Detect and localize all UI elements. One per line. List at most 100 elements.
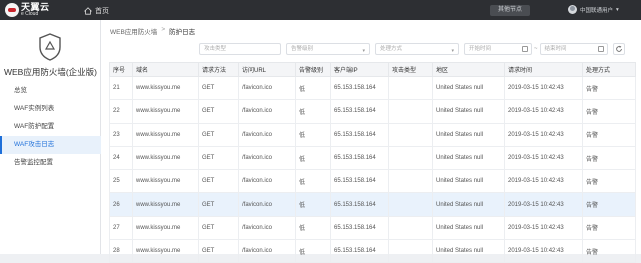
cell-action: 告警	[582, 99, 636, 124]
cell-time: 2019-03-15 10:42:43	[504, 169, 583, 194]
table-header-col-method: 请求方法	[198, 62, 239, 77]
cell-region: United States null	[432, 75, 505, 101]
cell-type	[388, 169, 433, 194]
home-icon	[84, 7, 92, 15]
cell-time: 2019-03-15 10:42:43	[504, 145, 583, 171]
cell-method: GET	[198, 122, 239, 147]
table-row[interactable]: 21 www.kissyou.me GET/favicon.ico 低 65.153.1…	[109, 75, 636, 101]
start-time-placeholder: 开始时间	[469, 46, 492, 52]
cell-level: 低	[295, 75, 331, 101]
alert-level-placeholder: 告警级别	[291, 46, 314, 52]
cell-domain: www.kissyou.me	[132, 169, 199, 194]
filter-bar: 攻击类型 告警级别 ▾ 处理方式 ▾ 开始时间 ~ 结束时间	[199, 42, 625, 56]
end-time-picker[interactable]: 结束时间	[539, 43, 608, 55]
home-label: 首页	[95, 8, 109, 15]
cell-level: 低	[295, 99, 331, 124]
cell-time: 2019-03-15 10:42:43	[504, 99, 583, 124]
cell-url: /favicon.ico	[238, 75, 296, 101]
table-row[interactable]: 25 www.kissyou.me GET/favicon.ico 低 65.153.1…	[109, 169, 636, 194]
sidebar-item-waf-attack-log[interactable]: WAF攻击日志	[0, 136, 101, 154]
cell-no: 28	[109, 239, 133, 263]
table-row[interactable]: 23 www.kissyou.me GET/favicon.ico 低 65.153.1…	[109, 122, 636, 147]
refresh-icon	[615, 45, 622, 52]
cell-url: /favicon.ico	[238, 192, 296, 217]
sidebar-item-waf-instances[interactable]: WAF实例列表	[0, 100, 101, 118]
start-time-picker[interactable]: 开始时间	[464, 43, 532, 55]
cell-time: 2019-03-15 10:42:43	[504, 75, 583, 101]
cell-level: 低	[295, 169, 331, 194]
sidebar-item-alert-monitor-config[interactable]: 告警监控配置	[0, 154, 101, 172]
refresh-button[interactable]	[612, 43, 625, 55]
action-select[interactable]: 处理方式 ▾	[375, 43, 459, 55]
cell-no: 24	[109, 145, 133, 171]
cell-method: GET	[198, 169, 239, 194]
table-header-col-ip: 客户端IP	[330, 62, 389, 77]
cell-type	[388, 192, 433, 217]
table-row[interactable]: 24 www.kissyou.me GET/favicon.ico 低 65.153.1…	[109, 145, 636, 171]
cell-url: /favicon.ico	[238, 99, 296, 124]
shield-icon	[39, 33, 61, 61]
table-header-col-no: 序号	[109, 62, 133, 77]
cell-url: /favicon.ico	[238, 169, 296, 194]
product-title: WEB应用防火墙(企业版)	[3, 67, 98, 77]
cell-domain: www.kissyou.me	[132, 145, 199, 171]
table-row[interactable]: 27 www.kissyou.me GET/favicon.ico 低 65.153.1…	[109, 215, 636, 241]
user-menu[interactable]: 中国联通用户 ▾	[568, 5, 619, 14]
top-navigation-bar: 天翼云 e Cloud 首页 其他节点 中国联通用户 ▾	[0, 0, 641, 20]
cell-domain: www.kissyou.me	[132, 122, 199, 147]
cell-ip: 65.153.158.164	[330, 169, 389, 194]
sidebar-menu: 总览 WAF实例列表 WAF防护配置 WAF攻击日志 告警监控配置	[0, 82, 101, 172]
main-content: WEB应用防火墙 > 防护日志 攻击类型 告警级别 ▾ 处理方式 ▾ 开始时间 …	[101, 20, 641, 263]
cell-url: /favicon.ico	[238, 215, 296, 241]
cell-domain: www.kissyou.me	[132, 75, 199, 101]
cell-action: 告警	[582, 75, 636, 101]
breadcrumb-parent[interactable]: WEB应用防火墙	[110, 26, 157, 36]
other-nodes-button[interactable]: 其他节点	[490, 5, 530, 16]
ecloud-logo-icon	[5, 3, 19, 17]
ecloud-logo[interactable]: 天翼云 e Cloud	[5, 2, 63, 18]
cell-no: 26	[109, 192, 133, 217]
attack-type-input[interactable]: 攻击类型	[199, 43, 281, 55]
cell-domain: www.kissyou.me	[132, 192, 199, 217]
sidebar-item-waf-protection-config[interactable]: WAF防护配置	[0, 118, 101, 136]
cell-ip: 65.153.158.164	[330, 122, 389, 147]
cell-type	[388, 75, 433, 101]
chevron-down-icon: ▾	[451, 48, 454, 54]
cell-no: 22	[109, 99, 133, 124]
cell-action: 告警	[582, 169, 636, 194]
table-header-col-level: 告警级别	[295, 62, 331, 77]
cell-time: 2019-03-15 10:42:43	[504, 215, 583, 241]
cell-action: 告警	[582, 122, 636, 147]
cell-ip: 65.153.158.164	[330, 99, 389, 124]
table-row[interactable]: 26 www.kissyou.me GET/favicon.ico 低 65.153.1…	[109, 192, 636, 217]
cell-ip: 65.153.158.164	[330, 239, 389, 263]
home-link[interactable]: 首页	[84, 6, 109, 16]
user-name: 中国联通用户	[580, 7, 614, 14]
table-header: 序号 域名 请求方法 访问URL 告警级别 客户端IP 攻击类型 地区 请求时间 处理方式	[109, 62, 636, 77]
cell-url: /favicon.ico	[238, 239, 296, 263]
alert-level-select[interactable]: 告警级别 ▾	[286, 43, 370, 55]
cell-time: 2019-03-15 10:42:43	[504, 239, 583, 263]
sidebar-item-overview[interactable]: 总览	[0, 82, 101, 100]
breadcrumb-current: 防护日志	[169, 29, 196, 36]
cell-time: 2019-03-15 10:42:43	[504, 122, 583, 147]
cell-method: GET	[198, 192, 239, 217]
cell-level: 低	[295, 192, 331, 217]
cell-ip: 65.153.158.164	[330, 215, 389, 241]
cell-region: United States null	[432, 239, 505, 263]
cell-type	[388, 122, 433, 147]
cell-region: United States null	[432, 122, 505, 147]
table-row[interactable]: 28 www.kissyou.me GET/favicon.ico 低 65.153.1…	[109, 239, 636, 263]
table-row[interactable]: 22 www.kissyou.me GET/favicon.ico 低 65.153.1…	[109, 99, 636, 124]
cell-region: United States null	[432, 169, 505, 194]
cell-region: United States null	[432, 215, 505, 241]
action-placeholder: 处理方式	[380, 46, 403, 52]
cell-no: 23	[109, 122, 133, 147]
logo-english-text: e Cloud	[21, 11, 39, 17]
cell-action: 告警	[582, 239, 636, 263]
cell-no: 25	[109, 169, 133, 194]
cell-type	[388, 99, 433, 124]
breadcrumb: WEB应用防火墙 > 防护日志	[110, 26, 195, 36]
cell-method: GET	[198, 239, 239, 263]
date-range-separator: ~	[534, 46, 538, 52]
